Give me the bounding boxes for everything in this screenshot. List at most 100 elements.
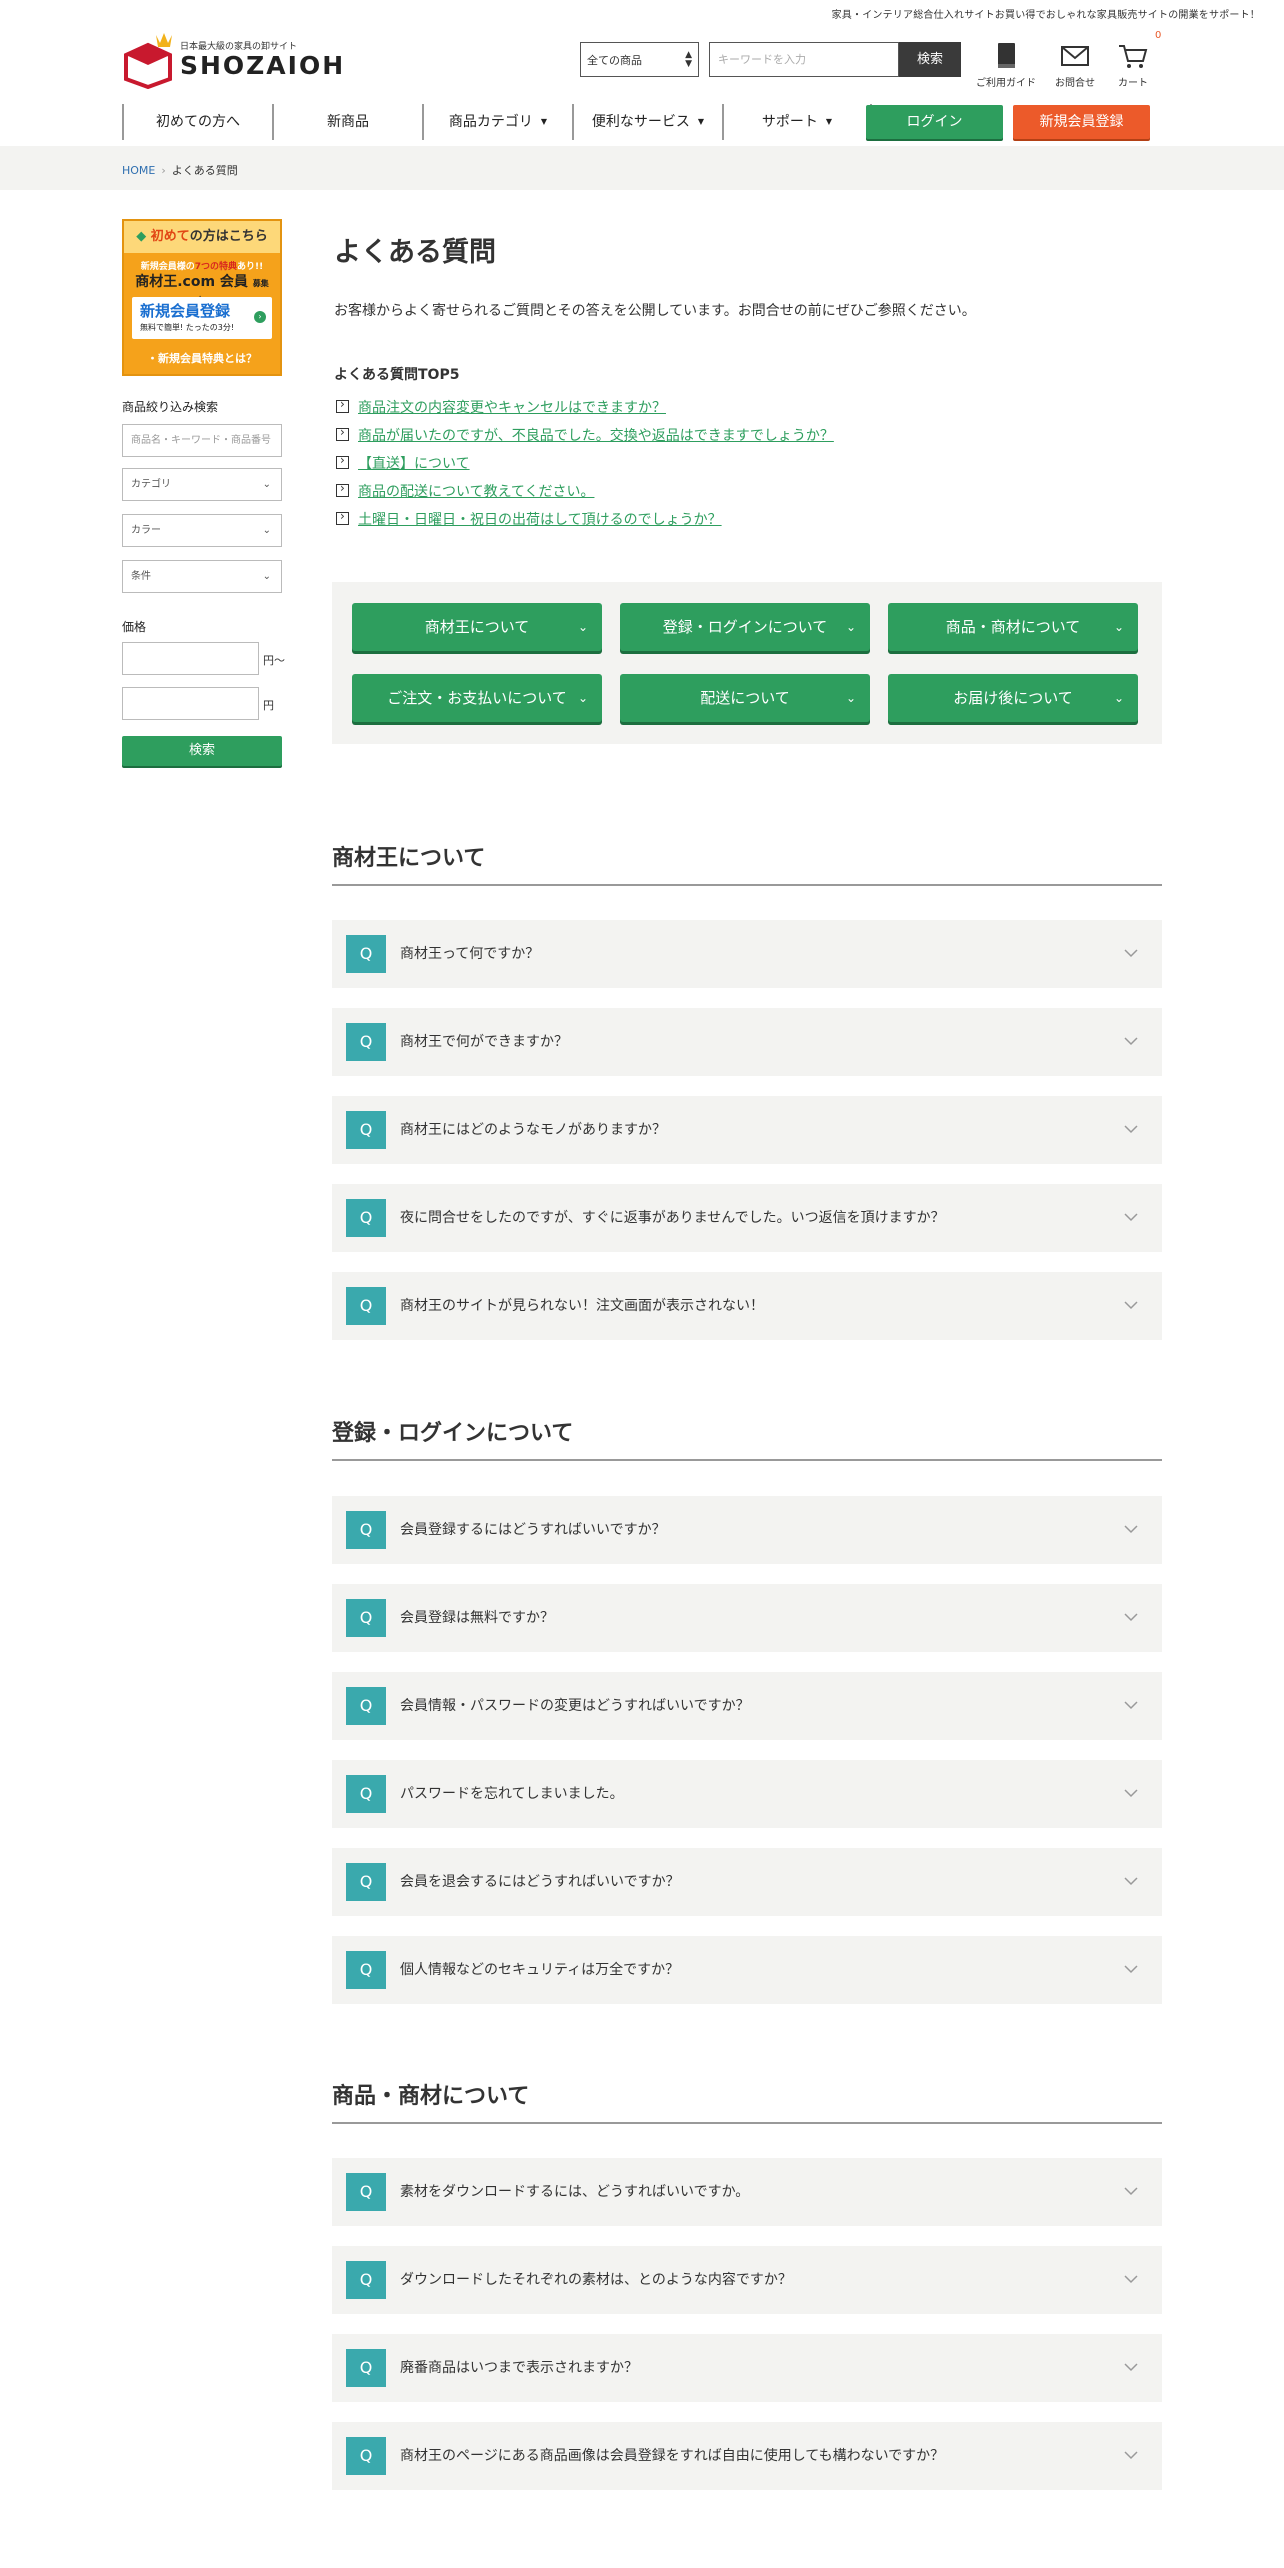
arrow-box-icon <box>336 453 349 469</box>
category-label: 登録・ログインについて <box>662 618 828 636</box>
faq-question[interactable]: Q 素材をダウンロードするには、どうすればいいですか。 <box>332 2158 1162 2226</box>
category-button[interactable]: お届け後について ⌄ <box>888 674 1138 722</box>
category-button[interactable]: 商材王について ⌄ <box>352 603 602 651</box>
chevron-down-icon <box>1124 1965 1138 1974</box>
section-title: 商品・商材について <box>332 2078 1162 2124</box>
faq-question[interactable]: Q 商材王にはどのようなモノがありますか？ <box>332 1096 1162 1164</box>
question-text: 素材をダウンロードするには、どうすればいいですか。 <box>400 2184 750 2200</box>
category-filter-value: カテゴリ <box>131 479 171 490</box>
cart-link[interactable]: カート <box>1118 42 1148 89</box>
chevron-down-icon: ⌄ <box>845 691 856 705</box>
contact-label: お問合せ <box>1055 78 1095 89</box>
category-button[interactable]: 商品・商材について ⌄ <box>888 603 1138 651</box>
condition-filter-value: 条件 <box>131 571 151 582</box>
nav-categories[interactable]: 商品カテゴリ ▼ <box>422 104 572 140</box>
page-title: よくある質問 <box>334 237 496 268</box>
price-min-unit: 円〜 <box>263 654 285 667</box>
q-badge: Q <box>346 935 386 973</box>
search-input[interactable] <box>709 42 899 77</box>
guide-label: ご利用ガイド <box>976 78 1036 89</box>
chevron-down-icon <box>1124 1037 1138 1046</box>
top5-link[interactable]: 【直送】について <box>358 456 470 472</box>
q-badge: Q <box>346 1287 386 1325</box>
condition-filter-select[interactable]: 条件 ⌄ <box>122 560 282 593</box>
breadcrumb-bar: HOME › よくある質問 <box>0 146 1284 190</box>
q-badge: Q <box>346 1599 386 1637</box>
category-panel: 商材王について ⌄ 登録・ログインについて ⌄ 商品・商材について ⌄ ご注文・お支払… <box>332 582 1162 744</box>
nav-new-products[interactable]: 新商品 <box>272 104 422 140</box>
q-badge: Q <box>346 1687 386 1725</box>
nav-first-time[interactable]: 初めての方へ <box>122 104 272 140</box>
search-button[interactable]: 検索 <box>899 42 961 77</box>
chevron-down-icon <box>1124 2451 1138 2460</box>
category-filter-select[interactable]: カテゴリ ⌄ <box>122 468 282 501</box>
breadcrumb: HOME › よくある質問 <box>122 162 238 178</box>
banner-signup-sub: 無料で簡単! たったの3分! <box>140 323 235 332</box>
category-label: ご注文・お支払いについて <box>387 689 567 707</box>
category-button[interactable]: 登録・ログインについて ⌄ <box>620 603 870 651</box>
breadcrumb-separator: › <box>161 164 166 177</box>
faq-question[interactable]: Q 会員情報・パスワードの変更はどうすればいいですか？ <box>332 1672 1162 1740</box>
login-button[interactable]: ログイン <box>866 105 1003 139</box>
top5-title: よくある質問TOP5 <box>334 367 460 383</box>
q-badge: Q <box>346 1199 386 1237</box>
chevron-down-icon <box>1124 1525 1138 1534</box>
chevron-down-icon <box>1124 1301 1138 1310</box>
chevron-down-icon <box>1124 1877 1138 1886</box>
question-text: 夜に問合せをしたのですが、すぐに返事がありませんでした。いつ返信を頂けますか？ <box>400 1210 945 1226</box>
faq-question[interactable]: Q 商材王のサイトが見られない！注文画面が表示されない！ <box>332 1272 1162 1340</box>
chevron-down-icon: ⌄ <box>262 479 271 490</box>
chevron-down-icon: ⌄ <box>1113 691 1124 705</box>
price-max-input[interactable] <box>122 687 259 720</box>
banner-head-accent: 初めて <box>150 229 190 244</box>
q-badge: Q <box>346 1023 386 1061</box>
top5-link[interactable]: 土曜日・日曜日・祝日の出荷はして頂けるのでしょうか？ <box>358 512 722 528</box>
category-button[interactable]: 配送について ⌄ <box>620 674 870 722</box>
filter-search-button[interactable]: 検索 <box>122 736 282 766</box>
price-min-input[interactable] <box>122 642 259 675</box>
nav-services[interactable]: 便利なサービス ▼ <box>572 104 722 140</box>
q-badge: Q <box>346 2261 386 2299</box>
nav-label: 便利なサービス <box>591 114 690 130</box>
top5-link[interactable]: 商品の配送について教えてください。 <box>358 484 594 500</box>
top5-link[interactable]: 商品が届いたのですが、不良品でした。交換や返品はできますでしょうか？ <box>358 428 834 444</box>
faq-question[interactable]: Q 会員登録するにはどうすればいいですか？ <box>332 1496 1162 1564</box>
site-logo[interactable]: 日本最大級の家具の卸サイト SHOZAIOH <box>122 31 362 89</box>
contact-link[interactable]: お問合せ <box>1055 42 1095 89</box>
category-button[interactable]: ご注文・お支払いについて ⌄ <box>352 674 602 722</box>
question-text: 会員登録は無料ですか？ <box>400 1610 554 1626</box>
banner-signup-title: 新規会員登録 <box>140 302 231 320</box>
banner-signup-box: 新規会員登録 無料で簡単! たったの3分! › <box>132 297 272 339</box>
search-category-select[interactable]: 全ての商品 ▲ ▼ <box>580 42 699 77</box>
chevron-down-icon: ⌄ <box>577 691 588 705</box>
caret-down-icon: ▼ <box>540 117 548 126</box>
chevron-down-icon <box>1124 1613 1138 1622</box>
chevron-down-icon: ⌄ <box>262 571 271 582</box>
mail-icon <box>1061 46 1089 66</box>
breadcrumb-home-link[interactable]: HOME <box>122 164 155 177</box>
faq-question[interactable]: Q 商材王のページにある商品画像は会員登録をすれば自由に使用しても構わないですか？ <box>332 2422 1162 2490</box>
keyword-filter-input[interactable]: 商品名・キーワード・商品番号 <box>122 424 282 457</box>
faq-question[interactable]: Q 会員を退会するにはどうすればいいですか？ <box>332 1848 1162 1916</box>
arrow-box-icon <box>336 425 349 441</box>
arrow-box-icon <box>336 397 349 413</box>
color-filter-select[interactable]: カラー ⌄ <box>122 514 282 547</box>
faq-question[interactable]: Q ダウンロードしたそれぞれの素材は、とのような内容ですか？ <box>332 2246 1162 2314</box>
cart-label: カート <box>1118 78 1148 89</box>
category-label: お届け後について <box>953 689 1073 707</box>
signup-button[interactable]: 新規会員登録 <box>1013 105 1150 139</box>
guide-link[interactable]: ご利用ガイド <box>976 42 1036 89</box>
question-text: 商材王のページにある商品画像は会員登録をすれば自由に使用しても構わないですか？ <box>400 2448 945 2464</box>
top5-link[interactable]: 商品注文の内容変更やキャンセルはできますか？ <box>358 400 666 416</box>
faq-question[interactable]: Q 商材王で何ができますか？ <box>332 1008 1162 1076</box>
first-time-banner[interactable]: ◆ 初めての方はこちら 新規会員様の7つの特典あり!! 商材王.com 会員 募… <box>122 219 282 376</box>
faq-question[interactable]: Q 個人情報などのセキュリティは万全ですか？ <box>332 1936 1162 2004</box>
faq-question[interactable]: Q 夜に問合せをしたのですが、すぐに返事がありませんでした。いつ返信を頂けますか？ <box>332 1184 1162 1252</box>
q-badge: Q <box>346 1111 386 1149</box>
nav-support[interactable]: サポート ▼ <box>722 104 872 140</box>
faq-question[interactable]: Q パスワードを忘れてしまいました。 <box>332 1760 1162 1828</box>
caret-down-icon: ▼ <box>697 117 705 126</box>
faq-question[interactable]: Q 廃番商品はいつまで表示されますか？ <box>332 2334 1162 2402</box>
faq-question[interactable]: Q 商材王って何ですか？ <box>332 920 1162 988</box>
faq-question[interactable]: Q 会員登録は無料ですか？ <box>332 1584 1162 1652</box>
